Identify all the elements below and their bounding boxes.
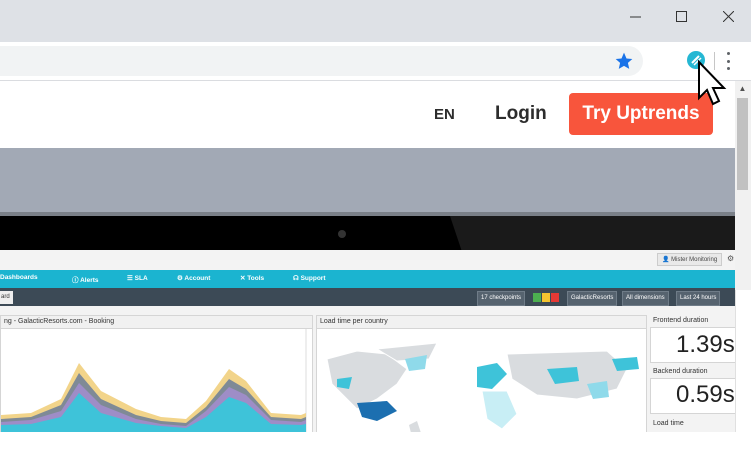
metric-frontend-value: 1.39s [676,331,735,358]
menu-account: ⚙ Account [177,274,210,282]
metric-backend-label: Backend duration [653,368,708,375]
filter-checkpoints: 17 checkpoints [477,291,526,306]
menu-label: Tools [247,275,265,282]
minimize-button[interactable] [612,0,658,32]
menu-dashboards: Dashboards [0,274,38,281]
list-icon: ☰ [127,275,135,282]
metric-loadtime-label: Load time [653,420,684,427]
metric-backend-value: 0.59s [676,381,735,408]
world-map [317,329,645,433]
camera-icon [338,230,346,238]
settings-gear-icon: ⚙ [727,254,735,263]
filter-timerange: Last 24 hours [676,291,721,306]
window-bottom-margin [0,432,751,468]
status-red [551,293,559,302]
filter-site: GalacticResorts [567,291,618,306]
user-menu: 👤 Mister Monitoring [657,253,723,266]
try-uptrends-button[interactable]: Try Uptrends [569,93,713,135]
user-name: Mister Monitoring [671,257,718,263]
chart-panel: ng - GalacticResorts.com - Booking [0,315,313,434]
menu-label: Alerts [80,277,99,284]
scroll-up-arrow-icon[interactable]: ▲ [737,83,748,95]
stacked-area-chart [1,329,309,433]
map-panel-title: Load time per country [317,316,646,329]
menu-alerts: ⓘ Alerts [72,274,99,284]
maximize-button[interactable] [658,0,704,32]
headset-icon: ☊ [293,275,301,282]
language-selector[interactable]: EN [434,106,455,123]
menu-label: SLA [134,275,148,282]
address-bar[interactable] [0,46,643,76]
menu-sla: ☰ SLA [127,274,148,282]
status-yellow [542,293,550,302]
menu-label: Account [184,275,211,282]
hero-band [0,148,735,212]
menu-support: ☊ Support [293,274,326,282]
dashboard-menubar [0,270,735,288]
status-green [533,293,541,302]
bezel-edge [0,212,735,216]
chart-panel-title: ng - GalacticResorts.com - Booking [1,316,312,329]
close-icon [722,10,734,22]
menu-label: Dashboards [0,274,38,281]
filter-dimensions: All dimensions [622,291,669,306]
alert-icon: ⓘ [72,277,81,284]
close-button[interactable] [705,0,751,32]
menu-tools: ✕ Tools [240,274,264,282]
menu-label: Support [300,275,326,282]
bezel-shade [450,216,735,250]
mouse-cursor-icon [698,60,727,106]
login-link[interactable]: Login [495,103,547,125]
scrollbar-thumb[interactable] [737,98,748,190]
maximize-icon [675,10,687,22]
minimize-icon [629,16,641,17]
dashboard-tab: ard [0,291,13,304]
scrollbar-track-lower [735,290,751,432]
bookmark-star-icon[interactable] [614,51,634,71]
metric-frontend-label: Frontend duration [653,317,709,324]
map-panel: Load time per country [316,315,647,434]
